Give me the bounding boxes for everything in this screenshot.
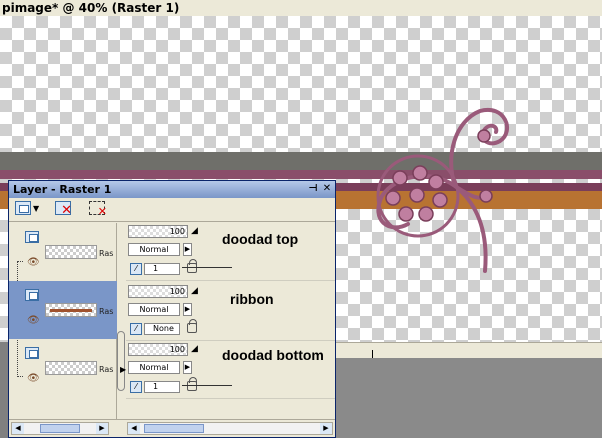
layer-group-field[interactable]: 1 <box>144 381 180 393</box>
chevron-right-icon[interactable]: ▶ <box>96 423 108 434</box>
canvas-horizontal-scrollbar[interactable] <box>335 342 602 358</box>
layer-properties-row: 100 ◢ Normal ▶ ⁄ None ribbon <box>126 283 335 341</box>
eye-icon[interactable]: 👁 <box>27 257 40 268</box>
layer-group-field[interactable]: 1 <box>144 263 180 275</box>
raster-layer-icon <box>25 347 39 359</box>
annotation-arrow <box>182 267 232 268</box>
chevron-right-icon[interactable]: ▶ <box>183 361 192 374</box>
blend-mode-select[interactable]: Normal <box>128 303 180 316</box>
workspace-background <box>335 358 602 438</box>
layer-thumbnail <box>45 303 97 317</box>
scroll-thumb[interactable] <box>40 424 80 433</box>
layer-palette: Layer - Raster 1 ⊣ ✕ ▼ ✕ ✕ 👁 Ras 👁 Ras 👁… <box>8 180 336 438</box>
document-title: pimage* @ 40% (Raster 1) <box>0 0 602 16</box>
layer-group-field[interactable]: None <box>144 323 180 335</box>
doodad-swirl <box>376 107 510 273</box>
opacity-slider[interactable]: 100 <box>128 343 188 356</box>
delete-mask-icon[interactable]: ✕ <box>89 201 107 218</box>
layer-row-doodad-bottom[interactable]: 👁 Ras <box>9 339 117 397</box>
layer-list: 👁 Ras 👁 Ras 👁 Ras <box>9 223 117 419</box>
palette-title-bar[interactable]: Layer - Raster 1 ⊣ ✕ <box>9 181 335 198</box>
close-icon[interactable]: ✕ <box>321 182 333 195</box>
blend-mode-select[interactable]: Normal <box>128 361 180 374</box>
lock-icon[interactable] <box>187 377 197 391</box>
palette-title: Layer - Raster 1 <box>13 183 112 196</box>
raster-layer-icon <box>25 289 39 301</box>
chevron-right-icon[interactable]: ▶ <box>320 423 332 434</box>
lock-icon[interactable] <box>187 259 197 273</box>
layer-name: Ras <box>99 249 114 258</box>
layer-name: Ras <box>99 307 114 316</box>
annotation-label: doodad top <box>222 231 299 247</box>
layer-properties-row: 100 ◢ Normal ▶ ⁄ 1 doodad bottom <box>126 341 335 399</box>
brush-icon[interactable]: ⁄ <box>130 381 142 393</box>
layer-properties-row: 100 ◢ Normal ▶ ⁄ 1 doodad top <box>126 223 335 281</box>
brush-icon[interactable]: ⁄ <box>130 263 142 275</box>
palette-toolbar: ▼ ✕ ✕ <box>9 198 335 222</box>
eye-icon[interactable]: 👁 <box>27 315 40 326</box>
pin-icon[interactable]: ⊣ <box>307 182 319 195</box>
opacity-slider[interactable]: 100 <box>128 285 188 298</box>
layer-thumbnail <box>45 361 97 375</box>
chevron-down-icon[interactable]: ▼ <box>33 204 39 222</box>
opacity-slider[interactable]: 100 <box>128 225 188 238</box>
delete-layer-icon[interactable]: ✕ <box>55 201 72 218</box>
chevron-left-icon[interactable]: ◀ <box>128 423 140 434</box>
raster-layer-icon <box>25 231 39 243</box>
palette-scrollbars: ◀ ▶ ◀ ▶ <box>9 419 335 437</box>
brush-icon[interactable]: ⁄ <box>130 323 142 335</box>
chevron-right-icon[interactable]: ▶ <box>183 303 192 316</box>
new-layer-icon[interactable] <box>15 201 31 215</box>
layer-list-scrollbar[interactable]: ◀ ▶ <box>11 422 109 435</box>
palette-body: 👁 Ras 👁 Ras 👁 Ras ▶ 100 ◢ Normal ▶ ⁄ 1 d… <box>9 223 335 419</box>
layer-row-ribbon[interactable]: 👁 Ras <box>9 281 117 339</box>
chevron-left-icon[interactable]: ◀ <box>12 423 24 434</box>
scroll-thumb[interactable] <box>144 424 204 433</box>
annotation-label: doodad bottom <box>222 347 324 363</box>
layer-properties: 100 ◢ Normal ▶ ⁄ 1 doodad top 100 ◢ Norm… <box>126 223 335 419</box>
properties-scrollbar[interactable]: ◀ ▶ <box>127 422 333 435</box>
opacity-arrow-icon: ◢ <box>191 286 198 296</box>
layer-name: Ras <box>99 365 114 374</box>
annotation-label: ribbon <box>230 291 274 307</box>
chevron-right-icon[interactable]: ▶ <box>183 243 192 256</box>
pane-splitter[interactable] <box>117 331 125 391</box>
opacity-arrow-icon: ◢ <box>191 226 198 236</box>
lock-icon[interactable] <box>187 319 197 333</box>
blend-mode-select[interactable]: Normal <box>128 243 180 256</box>
opacity-arrow-icon: ◢ <box>191 344 198 354</box>
scroll-position-tick <box>372 350 373 358</box>
eye-icon[interactable]: 👁 <box>27 373 40 384</box>
annotation-arrow <box>182 385 232 386</box>
layer-row-doodad-top[interactable]: 👁 Ras <box>9 223 117 281</box>
layer-thumbnail <box>45 245 97 259</box>
